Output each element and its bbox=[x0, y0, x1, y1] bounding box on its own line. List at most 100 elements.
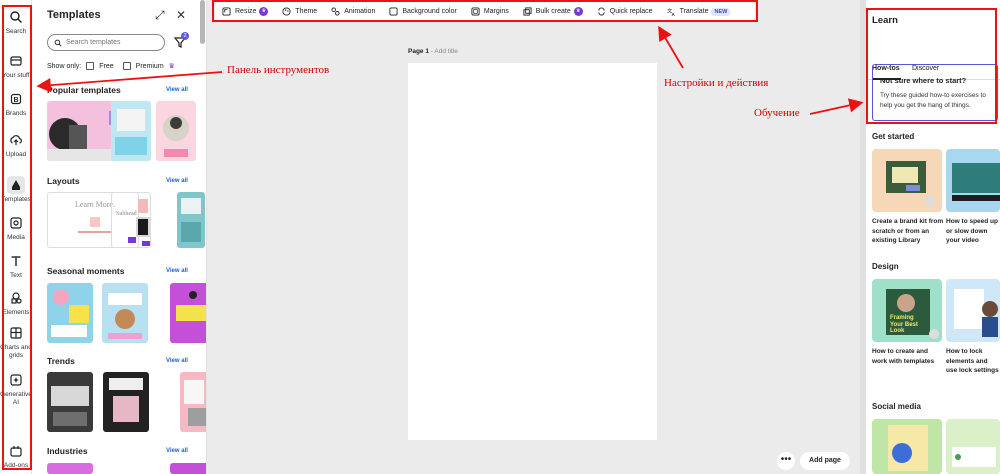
template-thumb[interactable] bbox=[47, 372, 93, 432]
animation-button[interactable]: Animation bbox=[331, 7, 375, 16]
grid-icon bbox=[10, 327, 22, 339]
search-icon bbox=[54, 39, 62, 46]
layout-thumb[interactable] bbox=[177, 192, 205, 248]
quick-replace-button[interactable]: Quick replace bbox=[597, 7, 653, 16]
premium-crown-icon: ♛ bbox=[573, 7, 583, 16]
learn-thumb[interactable]: Framing Your Best Look bbox=[872, 279, 942, 342]
add-ons-icon bbox=[10, 446, 22, 457]
bulk-create-button[interactable]: Bulk create ♛ bbox=[523, 7, 583, 16]
sparkle-icon bbox=[10, 374, 22, 386]
layout-preview bbox=[136, 199, 150, 246]
new-badge: NEW bbox=[711, 7, 731, 16]
view-all-industries[interactable]: View all bbox=[166, 448, 188, 454]
rail-media[interactable]: Media bbox=[0, 214, 32, 242]
theme-label: Theme bbox=[295, 8, 318, 15]
template-preview bbox=[180, 372, 206, 432]
learn-caption[interactable]: How to create and work with templates bbox=[872, 347, 944, 366]
learn-thumb[interactable] bbox=[946, 419, 1000, 474]
expand-icon[interactable]: ⤢ bbox=[155, 8, 165, 23]
templates-panel: Templates ⤢ ✕ 2 Show only: Free Premium … bbox=[32, 0, 207, 474]
rail-search[interactable]: Search bbox=[0, 8, 32, 36]
section-industries: Industries bbox=[47, 446, 88, 456]
template-thumb[interactable] bbox=[170, 463, 206, 474]
template-thumb[interactable] bbox=[47, 463, 93, 474]
filter-count-badge: 2 bbox=[181, 32, 189, 40]
free-checkbox[interactable] bbox=[86, 62, 95, 70]
translate-label: Translate bbox=[679, 8, 709, 15]
premium-label: Premium bbox=[135, 62, 164, 70]
learn-thumb[interactable] bbox=[946, 149, 1000, 212]
template-search-input[interactable] bbox=[66, 39, 161, 46]
template-thumb[interactable] bbox=[170, 283, 206, 343]
learn-caption[interactable]: Create a brand kit from scratch or from … bbox=[872, 217, 944, 246]
template-thumb[interactable] bbox=[102, 283, 148, 343]
rail-add-ons[interactable]: Add-ons bbox=[0, 442, 32, 470]
page-number: Page 1 bbox=[408, 48, 429, 55]
template-thumb[interactable] bbox=[180, 372, 206, 432]
arrow-to-toolbar bbox=[658, 25, 684, 69]
resize-button[interactable]: Resize ♛ bbox=[222, 7, 269, 16]
learn-thumb[interactable] bbox=[872, 149, 942, 212]
layout-text: Subhead bbox=[116, 211, 137, 217]
template-thumb[interactable] bbox=[156, 101, 196, 161]
more-options-button[interactable]: ••• bbox=[777, 452, 795, 470]
template-preview bbox=[47, 372, 93, 432]
top-toolbar: Resize ♛ Theme Animation Background colo… bbox=[215, 2, 755, 21]
folder-icon bbox=[10, 56, 22, 66]
rail-upload-label: Upload bbox=[5, 151, 27, 158]
rail-text-label: Text bbox=[10, 272, 22, 279]
view-all-seasonal[interactable]: View all bbox=[166, 268, 188, 274]
template-search[interactable] bbox=[47, 34, 165, 51]
layout-text: Learn More. bbox=[75, 200, 115, 209]
rail-charts-grids[interactable]: Charts and grids bbox=[0, 324, 32, 360]
rail-generative-ai[interactable]: Generative AI bbox=[0, 371, 32, 407]
margins-icon bbox=[471, 7, 480, 16]
translate-button[interactable]: 文A Translate NEW bbox=[667, 7, 731, 16]
rail-elements[interactable]: Elements bbox=[0, 289, 32, 317]
rail-text[interactable]: Text bbox=[0, 252, 32, 280]
page-title-placeholder[interactable]: - Add title bbox=[431, 48, 458, 55]
rail-elements-label: Elements bbox=[2, 309, 30, 316]
annotation-settings-label: Настройки и действия bbox=[664, 77, 769, 89]
learn-thumb[interactable] bbox=[872, 419, 942, 474]
section-design: Design bbox=[872, 262, 899, 271]
free-label: Free bbox=[99, 62, 114, 70]
template-thumb[interactable] bbox=[103, 372, 149, 432]
template-preview bbox=[111, 101, 151, 161]
premium-checkbox[interactable] bbox=[122, 62, 131, 70]
background-color-button[interactable]: Background color bbox=[389, 7, 457, 16]
template-thumb[interactable] bbox=[111, 101, 151, 161]
palette-icon bbox=[282, 7, 291, 16]
section-seasonal: Seasonal moments bbox=[47, 266, 125, 276]
view-all-popular[interactable]: View all bbox=[166, 87, 188, 93]
add-page-button[interactable]: Add page bbox=[800, 452, 850, 470]
learn-caption[interactable]: How to speed up or slow down your video bbox=[946, 217, 1000, 246]
panel-title: Templates bbox=[47, 9, 101, 21]
layout-preview bbox=[177, 192, 205, 248]
canvas-page[interactable] bbox=[408, 63, 657, 440]
rail-upload[interactable]: Upload bbox=[0, 131, 32, 159]
section-get-started: Get started bbox=[872, 132, 915, 141]
close-icon[interactable]: ✕ bbox=[176, 8, 186, 22]
bulk-create-icon bbox=[523, 7, 532, 16]
margins-button[interactable]: Margins bbox=[471, 7, 509, 16]
learn-thumb[interactable] bbox=[946, 279, 1000, 342]
rail-templates[interactable]: Templates bbox=[0, 176, 32, 204]
bulk-create-label: Bulk create bbox=[535, 8, 571, 15]
view-all-trends[interactable]: View all bbox=[166, 358, 188, 364]
rail-search-label: Search bbox=[5, 28, 27, 35]
quick-replace-label: Quick replace bbox=[609, 8, 653, 15]
rail-brands[interactable]: B Brands bbox=[0, 90, 32, 118]
section-layouts: Layouts bbox=[47, 176, 80, 186]
view-all-layouts[interactable]: View all bbox=[166, 178, 188, 184]
shapes-icon bbox=[11, 292, 22, 304]
panel-scrollbar[interactable] bbox=[200, 0, 205, 44]
layout-thumb[interactable]: Subhead bbox=[111, 192, 151, 248]
rail-your-stuff[interactable]: Your stuff bbox=[0, 52, 32, 80]
template-thumb[interactable] bbox=[47, 283, 93, 343]
page-label[interactable]: Page 1 - Add title bbox=[408, 48, 458, 55]
show-only-label: Show only: bbox=[47, 62, 82, 70]
learn-caption[interactable]: How to lock elements and use lock settin… bbox=[946, 347, 1000, 376]
theme-button[interactable]: Theme bbox=[282, 7, 317, 16]
text-icon bbox=[11, 256, 21, 266]
